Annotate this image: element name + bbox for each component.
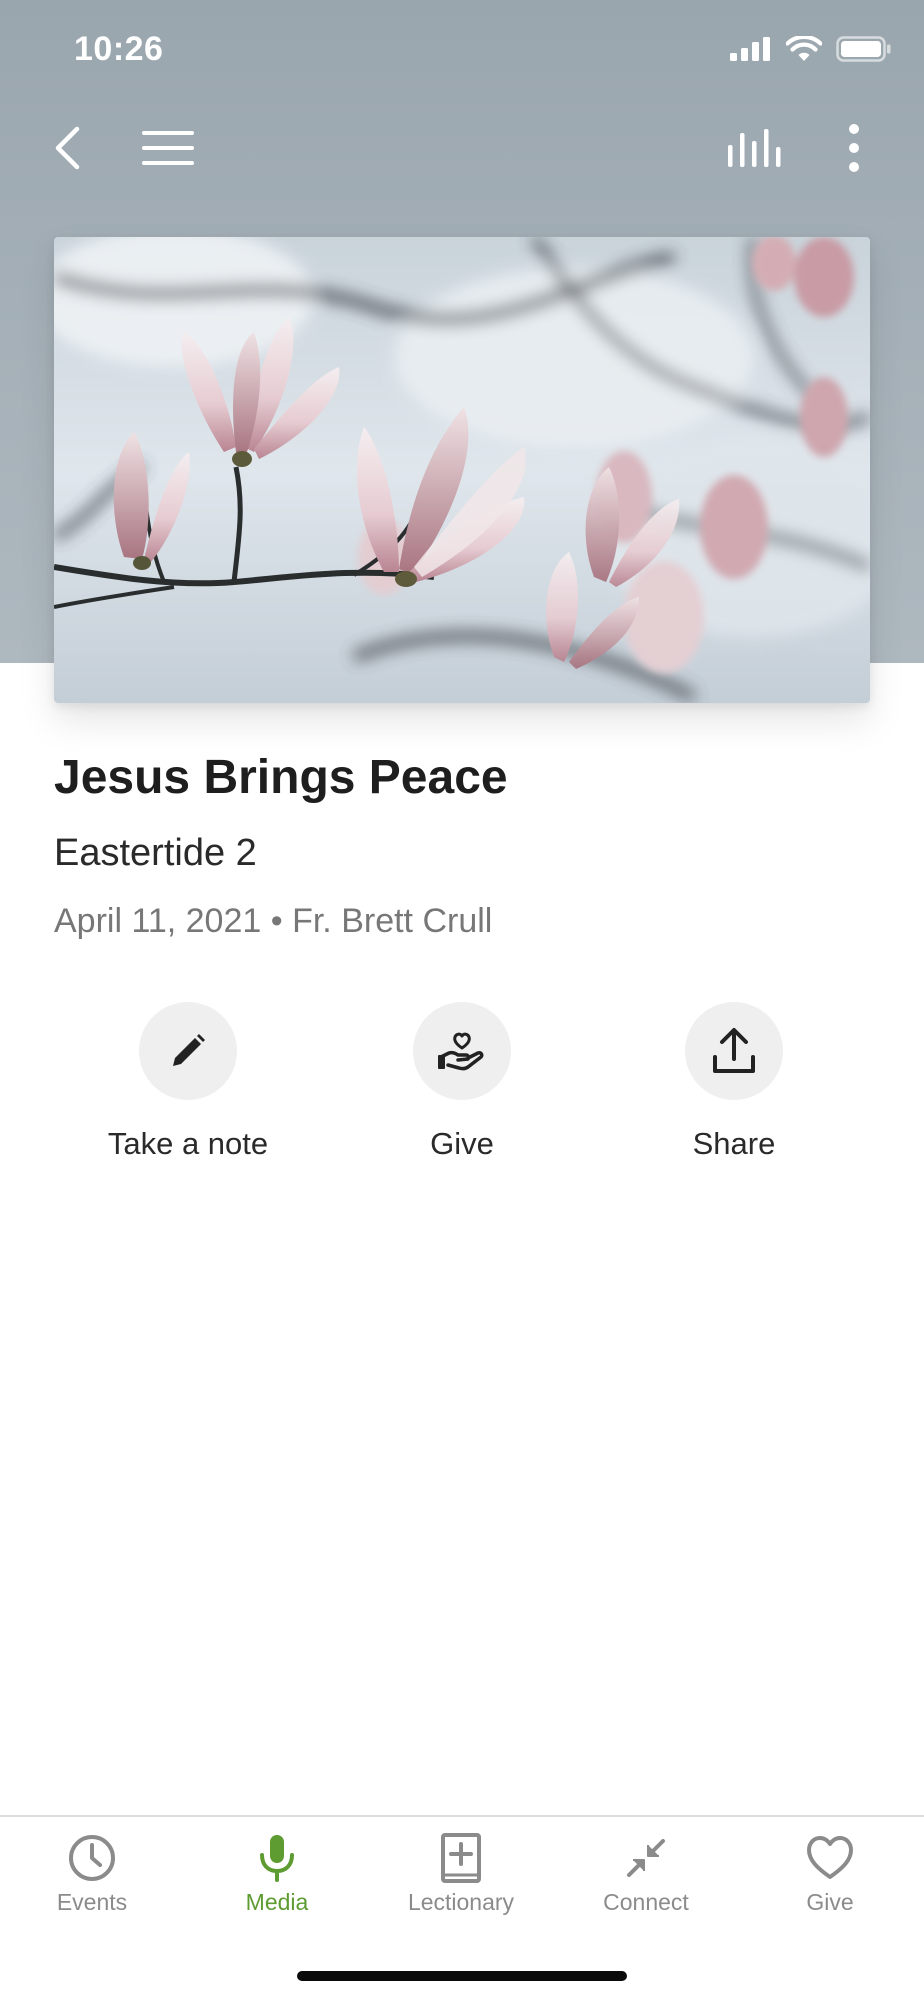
share-circle[interactable]	[685, 1002, 783, 1100]
share-label: Share	[692, 1126, 776, 1161]
tab-events-label: Events	[56, 1889, 128, 1915]
book-plus-icon	[441, 1833, 481, 1883]
status-icons	[730, 36, 892, 62]
hamburger-menu-icon	[142, 131, 194, 165]
share-button[interactable]: Share	[614, 1002, 854, 1162]
tab-give-label: Give	[806, 1889, 854, 1915]
magnolia-blossom-image	[54, 237, 870, 703]
status-bar: 10:26	[0, 0, 924, 100]
take-note-label: Take a note	[107, 1126, 269, 1161]
connect-arrows-icon	[627, 1839, 665, 1877]
clock-icon	[69, 1835, 115, 1881]
back-button[interactable]	[40, 120, 96, 176]
take-note-button[interactable]: Take a note	[68, 1002, 308, 1162]
heart-icon	[807, 1836, 853, 1879]
audio-button[interactable]	[722, 120, 788, 176]
tab-connect-label: Connect	[603, 1889, 689, 1915]
microphone-icon	[260, 1835, 294, 1882]
menu-button[interactable]	[134, 120, 202, 176]
chevron-left-icon	[55, 126, 80, 170]
navigation-bar	[0, 100, 924, 196]
tab-lectionary[interactable]: Lectionary	[369, 1833, 553, 1916]
tab-lectionary-label: Lectionary	[407, 1889, 515, 1915]
cellular-signal-icon	[730, 37, 770, 61]
give-action-circle[interactable]	[413, 1002, 511, 1100]
battery-icon	[836, 36, 891, 62]
take-note-circle[interactable]	[139, 1002, 237, 1100]
more-options-button[interactable]	[830, 120, 878, 176]
more-vertical-icon	[849, 124, 859, 172]
sermon-series: Eastertide 2	[54, 832, 257, 874]
tab-connect[interactable]: Connect	[554, 1833, 738, 1916]
give-action-button[interactable]: Give	[342, 1002, 582, 1162]
tab-media[interactable]: Media	[185, 1833, 369, 1916]
sermon-date-speaker: April 11, 2021 • Fr. Brett Crull	[54, 902, 493, 940]
give-action-label: Give	[430, 1126, 494, 1161]
tab-give[interactable]: Give	[738, 1833, 922, 1916]
audio-bars-icon	[728, 129, 781, 167]
sermon-artwork	[54, 237, 870, 703]
tab-media-label: Media	[245, 1889, 309, 1915]
home-indicator[interactable]	[297, 1971, 627, 1981]
action-row: Take a note Give Share	[0, 1002, 924, 1172]
heart-hand-icon	[438, 1032, 484, 1071]
pencil-icon	[173, 1034, 205, 1066]
share-upload-icon	[713, 1028, 755, 1073]
status-time: 10:26	[74, 30, 164, 68]
wifi-icon	[786, 36, 822, 61]
tab-events[interactable]: Events	[0, 1833, 184, 1916]
sermon-title: Jesus Brings Peace	[54, 751, 508, 804]
